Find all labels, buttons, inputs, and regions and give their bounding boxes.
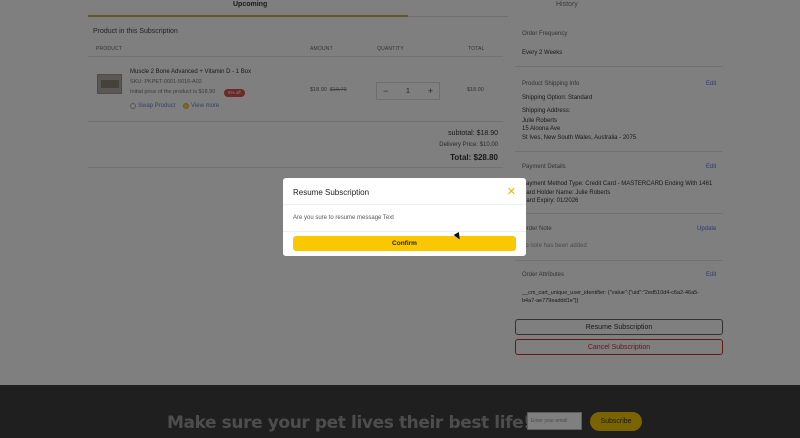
confirm-button[interactable]: Confirm xyxy=(293,236,516,251)
modal-title: Resume Subscription xyxy=(293,188,370,197)
subscription-page: Upcoming History Product in this Subscri… xyxy=(0,0,800,438)
modal-body-divider xyxy=(283,231,526,232)
modal-header-divider xyxy=(283,204,526,205)
modal-message: Are you sure to resume message Text xyxy=(293,215,394,221)
close-icon[interactable]: ✕ xyxy=(507,186,516,198)
resume-subscription-modal: Resume Subscription ✕ Are you sure to re… xyxy=(283,178,526,256)
